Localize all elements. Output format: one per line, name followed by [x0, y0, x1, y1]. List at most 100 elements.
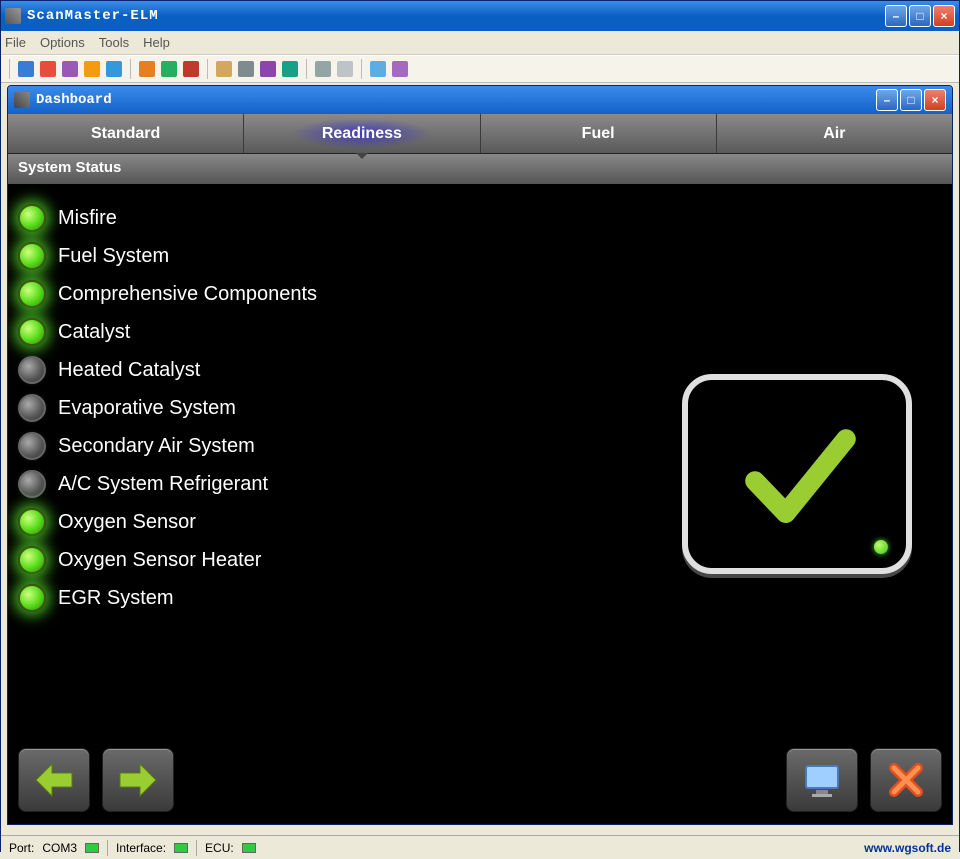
- tab-label: Fuel: [582, 125, 615, 143]
- inner-close-button[interactable]: ×: [924, 89, 946, 111]
- readiness-check-panel: [682, 374, 912, 574]
- statusbar-separator: [107, 840, 108, 856]
- status-led: [18, 280, 46, 308]
- status-label: Oxygen Sensor: [58, 511, 196, 534]
- x-icon: [886, 760, 926, 800]
- toolbar-separator: [306, 59, 307, 79]
- check-status-dot: [874, 540, 888, 554]
- toolbar: [1, 55, 959, 83]
- status-led: [18, 394, 46, 422]
- status-led: [18, 584, 46, 612]
- ecu-status-led: [242, 843, 256, 853]
- menu-file[interactable]: File: [5, 35, 26, 50]
- status-label: A/C System Refrigerant: [58, 473, 268, 496]
- inner-titlebar[interactable]: Dashboard – □ ×: [8, 86, 952, 114]
- status-row: Fuel System: [18, 242, 942, 270]
- tab-air[interactable]: Air: [717, 114, 952, 153]
- statusbar-interface-label: Interface:: [116, 841, 166, 855]
- status-label: Comprehensive Components: [58, 283, 317, 306]
- inner-minimize-button[interactable]: –: [876, 89, 898, 111]
- toolbar-icon-11[interactable]: [260, 61, 276, 77]
- status-led: [18, 204, 46, 232]
- toolbar-icon-12[interactable]: [282, 61, 298, 77]
- statusbar-port-value: COM3: [42, 841, 77, 855]
- status-led: [18, 546, 46, 574]
- monitor-icon: [800, 760, 844, 800]
- menu-tools[interactable]: Tools: [99, 35, 129, 50]
- bottom-nav-left: [18, 748, 174, 812]
- inner-window-controls: – □ ×: [876, 89, 946, 111]
- close-button[interactable]: ×: [933, 5, 955, 27]
- arrow-left-icon: [32, 760, 76, 800]
- toolbar-icon-16[interactable]: [392, 61, 408, 77]
- status-led: [18, 508, 46, 536]
- menu-options[interactable]: Options: [40, 35, 85, 50]
- status-row: EGR System: [18, 584, 942, 612]
- port-status-led: [85, 843, 99, 853]
- dashboard-icon: [14, 92, 30, 108]
- dashboard-title: Dashboard: [36, 92, 876, 108]
- toolbar-separator: [130, 59, 131, 79]
- tab-label: Readiness: [322, 125, 402, 143]
- checkmark-icon: [727, 404, 867, 544]
- bottom-nav-right: [786, 748, 942, 812]
- statusbar-ecu-label: ECU:: [205, 841, 234, 855]
- status-label: EGR System: [58, 587, 174, 610]
- app-icon: [5, 8, 21, 24]
- interface-status-led: [174, 843, 188, 853]
- status-led: [18, 356, 46, 384]
- toolbar-icon-5[interactable]: [106, 61, 122, 77]
- outer-titlebar[interactable]: ScanMaster-ELM – □ ×: [1, 1, 959, 31]
- tab-readiness[interactable]: Readiness: [244, 114, 480, 153]
- toolbar-icon-8[interactable]: [183, 61, 199, 77]
- toolbar-icon-14[interactable]: [337, 61, 353, 77]
- status-label: Secondary Air System: [58, 435, 255, 458]
- toolbar-icon-3[interactable]: [62, 61, 78, 77]
- minimize-button[interactable]: –: [885, 5, 907, 27]
- app-window: ScanMaster-ELM – □ × File Options Tools …: [0, 0, 960, 852]
- status-row: Comprehensive Components: [18, 280, 942, 308]
- toolbar-icon-6[interactable]: [139, 61, 155, 77]
- menu-help[interactable]: Help: [143, 35, 170, 50]
- tabbar: Standard Readiness Fuel Air: [8, 114, 952, 154]
- window-controls: – □ ×: [885, 5, 955, 27]
- status-label: Evaporative System: [58, 397, 236, 420]
- cancel-button[interactable]: [870, 748, 942, 812]
- status-label: Catalyst: [58, 321, 130, 344]
- statusbar: Port: COM3 Interface: ECU: www.wgsoft.de: [1, 835, 959, 859]
- prev-button[interactable]: [18, 748, 90, 812]
- content-area: Misfire Fuel System Comprehensive Componen…: [8, 184, 952, 824]
- toolbar-icon-2[interactable]: [40, 61, 56, 77]
- toolbar-icon-7[interactable]: [161, 61, 177, 77]
- toolbar-icon-15[interactable]: [370, 61, 386, 77]
- inner-maximize-button[interactable]: □: [900, 89, 922, 111]
- status-led: [18, 242, 46, 270]
- status-label: Heated Catalyst: [58, 359, 200, 382]
- toolbar-icon-4[interactable]: [84, 61, 100, 77]
- tab-label: Standard: [91, 125, 160, 143]
- toolbar-icon-1[interactable]: [18, 61, 34, 77]
- toolbar-separator: [207, 59, 208, 79]
- status-row: Catalyst: [18, 318, 942, 346]
- tab-standard[interactable]: Standard: [8, 114, 244, 153]
- toolbar-separator: [361, 59, 362, 79]
- next-button[interactable]: [102, 748, 174, 812]
- toolbar-icon-10[interactable]: [238, 61, 254, 77]
- tab-fuel[interactable]: Fuel: [481, 114, 717, 153]
- status-led: [18, 470, 46, 498]
- status-label: Oxygen Sensor Heater: [58, 549, 261, 572]
- toolbar-icon-13[interactable]: [315, 61, 331, 77]
- tab-label: Air: [823, 125, 845, 143]
- status-row: Misfire: [18, 204, 942, 232]
- monitor-button[interactable]: [786, 748, 858, 812]
- toolbar-separator: [9, 59, 10, 79]
- app-title: ScanMaster-ELM: [27, 8, 885, 24]
- status-label: Misfire: [58, 207, 117, 230]
- status-led: [18, 432, 46, 460]
- statusbar-port-label: Port:: [9, 841, 34, 855]
- maximize-button[interactable]: □: [909, 5, 931, 27]
- toolbar-icon-9[interactable]: [216, 61, 232, 77]
- statusbar-separator: [196, 840, 197, 856]
- status-led: [18, 318, 46, 346]
- statusbar-link[interactable]: www.wgsoft.de: [864, 841, 951, 855]
